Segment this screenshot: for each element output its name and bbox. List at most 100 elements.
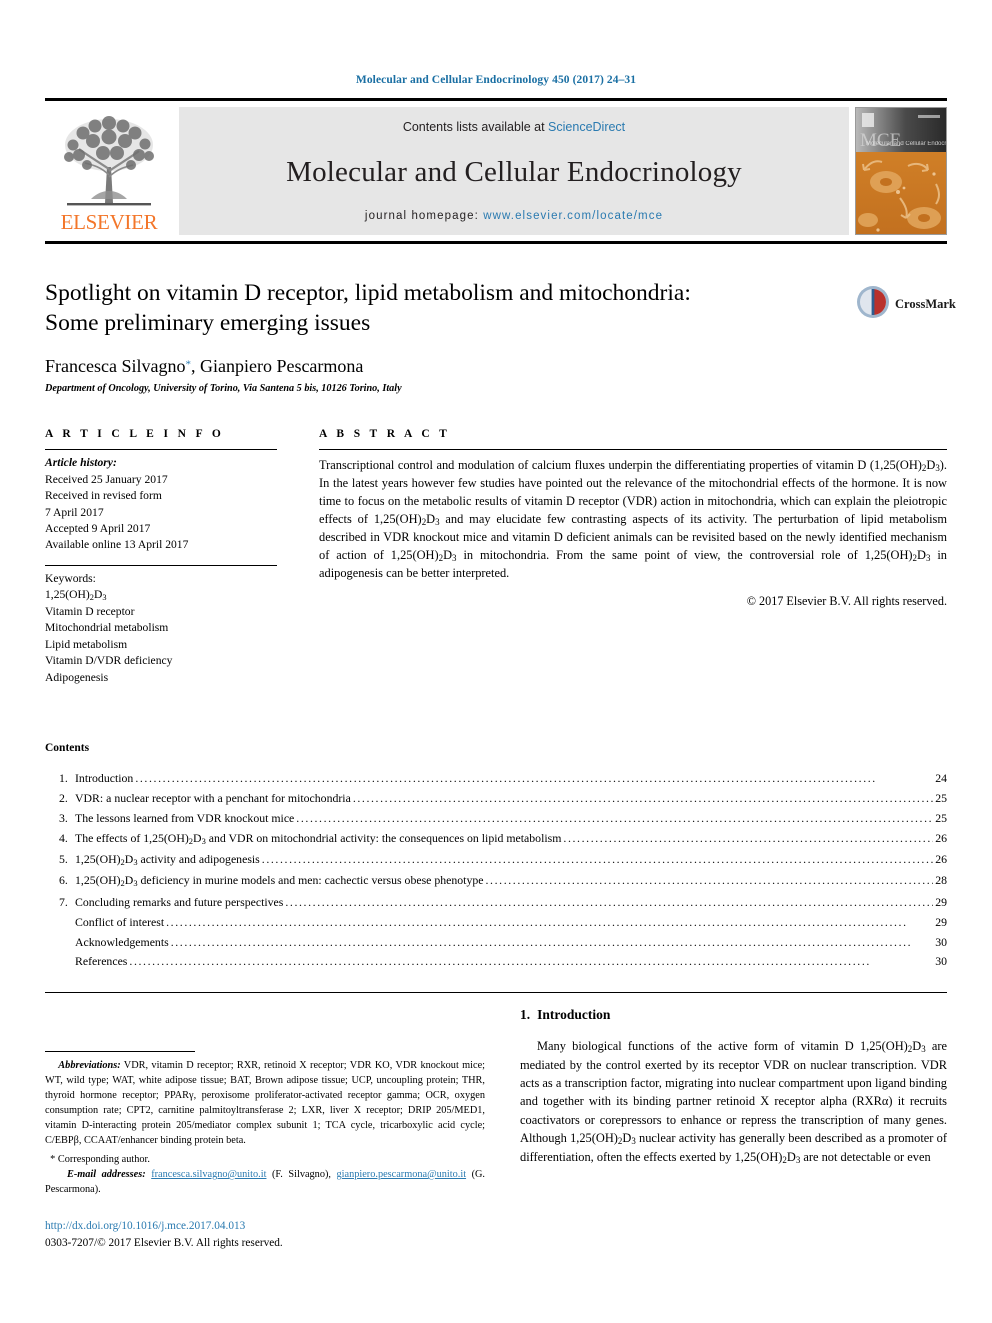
elsevier-logo: ELSEVIER xyxy=(45,107,173,235)
bottom-columns: Abbreviations: VDR, vitamin D receptor; … xyxy=(45,1007,947,1252)
contents-prefix: Contents lists available at xyxy=(402,120,549,134)
page-title: Spotlight on vitamin D receptor, lipid m… xyxy=(45,278,815,338)
email-link-2[interactable]: gianpiero.pescarmona@unito.it xyxy=(336,1169,466,1180)
title-block: CrossMark Spotlight on vitamin D recepto… xyxy=(45,278,956,395)
history-item: Accepted 9 April 2017 xyxy=(45,521,151,535)
keyword-item: 1,25(OH)2D3 xyxy=(45,588,107,603)
article-info-column: A R T I C L E I N F O Article history: R… xyxy=(45,428,277,686)
running-head: Molecular and Cellular Endocrinology 450… xyxy=(355,74,637,86)
footnote-rule xyxy=(45,1050,195,1052)
doi-link[interactable]: http://dx.doi.org/10.1016/j.mce.2017.04.… xyxy=(45,1218,485,1235)
keyword-item: Vitamin D receptor xyxy=(45,605,135,619)
toc-row[interactable]: References .............................… xyxy=(45,954,947,969)
article-history-label: Article history: xyxy=(45,456,117,470)
toc-page: 30 xyxy=(935,954,947,969)
elsevier-wordmark: ELSEVIER xyxy=(60,210,158,234)
toc-row[interactable]: 2. VDR: a nuclear receptor with a pencha… xyxy=(45,791,947,806)
crossmark-label: CrossMark xyxy=(895,296,956,311)
article-title-line1: Spotlight on vitamin D receptor, lipid m… xyxy=(45,280,691,306)
email-label: E-mail addresses: xyxy=(66,1168,146,1180)
introduction-column: 1. Introduction Many biological functions… xyxy=(520,1007,947,1167)
introduction-heading: 1. Introduction xyxy=(520,1007,947,1023)
elsevier-tree-icon xyxy=(53,115,165,211)
keyword-item: Lipid metabolism xyxy=(45,637,128,651)
toc-number: 7. xyxy=(59,894,68,909)
history-item: Received in revised form xyxy=(45,489,162,503)
toc-row[interactable]: Acknowledgements .......................… xyxy=(45,934,947,949)
toc-label: Concluding remarks and future perspectiv… xyxy=(75,894,284,909)
toc-label: 1,25(OH)2D3 deficiency in murine models … xyxy=(75,873,484,889)
toc-page: 26 xyxy=(935,852,947,867)
toc-leader: ........................................… xyxy=(485,874,934,887)
svg-text:Molecular and Cellular Endocri: Molecular and Cellular Endocrinology xyxy=(866,141,946,147)
article-history: Article history: Received 25 January 201… xyxy=(45,450,277,554)
contents-section: Contents 1. Introduction ...............… xyxy=(45,742,947,967)
toc-page: 24 xyxy=(935,771,947,786)
email-link-1[interactable]: francesca.silvagno@unito.it xyxy=(151,1169,266,1180)
toc-label: References xyxy=(75,954,128,969)
contents-available-line: Contents lists available at ScienceDirec… xyxy=(403,120,625,134)
keywords-label: Keywords: xyxy=(45,571,96,585)
toc-row[interactable]: 6. 1,25(OH)2D3 deficiency in murine mode… xyxy=(45,874,947,888)
journal-cover-thumbnail: MCE Molecular and Cellular Endocrinology xyxy=(855,107,947,235)
email-note: E-mail addresses: francesca.silvagno@uni… xyxy=(45,1167,485,1198)
toc-number: 3. xyxy=(59,811,68,826)
toc-leader: ........................................… xyxy=(166,915,908,928)
toc-label: Introduction xyxy=(75,771,134,786)
crossmark-badge[interactable]: CrossMark xyxy=(855,280,956,328)
keyword-item: Vitamin D/VDR deficiency xyxy=(45,654,173,668)
toc-row[interactable]: 4. The effects of 1,25(OH)2D3 and VDR on… xyxy=(45,832,947,846)
journal-homepage-line: journal homepage: www.elsevier.com/locat… xyxy=(365,210,663,222)
footnotes-column: Abbreviations: VDR, vitamin D receptor; … xyxy=(45,1007,485,1252)
toc-number: 5. xyxy=(59,852,68,867)
info-abstract-row: A R T I C L E I N F O Article history: R… xyxy=(45,428,947,686)
toc-leader: ........................................… xyxy=(563,831,933,845)
toc-page: 29 xyxy=(935,914,947,929)
history-item: 7 April 2017 xyxy=(45,505,104,519)
contents-bottom-rule xyxy=(45,991,947,993)
keyword-item: Adipogenesis xyxy=(45,670,109,684)
author-list: Francesca Silvagno*, Gianpiero Pescarmon… xyxy=(45,356,947,377)
toc-page: 26 xyxy=(935,830,947,845)
history-item: Available online 13 April 2017 xyxy=(45,538,189,552)
toc-page: 25 xyxy=(935,811,947,826)
homepage-url[interactable]: www.elsevier.com/locate/mce xyxy=(483,210,663,222)
keywords: Keywords: 1,25(OH)2D3 Vitamin D receptor… xyxy=(45,566,277,686)
asterisk-icon: * xyxy=(50,1153,56,1165)
toc-row[interactable]: 1. Introduction ........................… xyxy=(45,771,947,786)
masthead-bottom-rule xyxy=(45,241,947,244)
affiliation: Department of Oncology, University of To… xyxy=(45,383,402,395)
journal-title: Molecular and Cellular Endocrinology xyxy=(286,155,742,188)
toc-leader: ........................................… xyxy=(129,955,871,968)
toc-number: 1. xyxy=(59,771,68,786)
email-owner-1: (F. Silvagno), xyxy=(271,1168,331,1180)
toc-page: 30 xyxy=(935,934,947,949)
corresponding-author-note: * Corresponding author. xyxy=(45,1152,485,1167)
article-info-heading: A R T I C L E I N F O xyxy=(45,428,225,441)
keyword-item: Mitochondrial metabolism xyxy=(45,621,169,635)
author-rest: , Gianpiero Pescarmona xyxy=(190,356,364,377)
abbreviations-label: Abbreviations: xyxy=(58,1059,121,1071)
toc-label: The effects of 1,25(OH)2D3 and VDR on mi… xyxy=(75,830,562,846)
journal-band: Contents lists available at ScienceDirec… xyxy=(179,107,849,235)
toc-leader: ........................................… xyxy=(296,812,934,825)
crossmark-icon xyxy=(855,284,891,325)
corresponding-author-text: Corresponding author. xyxy=(57,1153,150,1165)
contents-heading: Contents xyxy=(45,742,90,755)
history-item: Received 25 January 2017 xyxy=(45,472,168,486)
abbreviations-note: Abbreviations: VDR, vitamin D receptor; … xyxy=(45,1058,485,1148)
masthead: ELSEVIER Contents lists available at Sci… xyxy=(45,98,947,235)
toc-number: 4. xyxy=(59,830,68,845)
author-1: Francesca Silvagno xyxy=(45,356,186,377)
sciencedirect-link[interactable]: ScienceDirect xyxy=(548,120,625,134)
article-title-line2: Some preliminary emerging issues xyxy=(45,310,371,337)
toc-label: Conflict of interest xyxy=(75,914,165,929)
toc-row[interactable]: 5. 1,25(OH)2D3 activity and adipogenesis… xyxy=(45,853,947,867)
abstract-heading: A B S T R A C T xyxy=(319,428,451,441)
toc-leader: ........................................… xyxy=(285,895,933,909)
toc-label: The lessons learned from VDR knockout mi… xyxy=(75,811,295,826)
toc-row[interactable]: Conflict of interest ...................… xyxy=(45,914,947,929)
toc-row[interactable]: 3. The lessons learned from VDR knockout… xyxy=(45,811,947,826)
toc-label: VDR: a nuclear receptor with a penchant … xyxy=(75,791,351,806)
toc-row[interactable]: 7. Concluding remarks and future perspec… xyxy=(45,894,947,909)
